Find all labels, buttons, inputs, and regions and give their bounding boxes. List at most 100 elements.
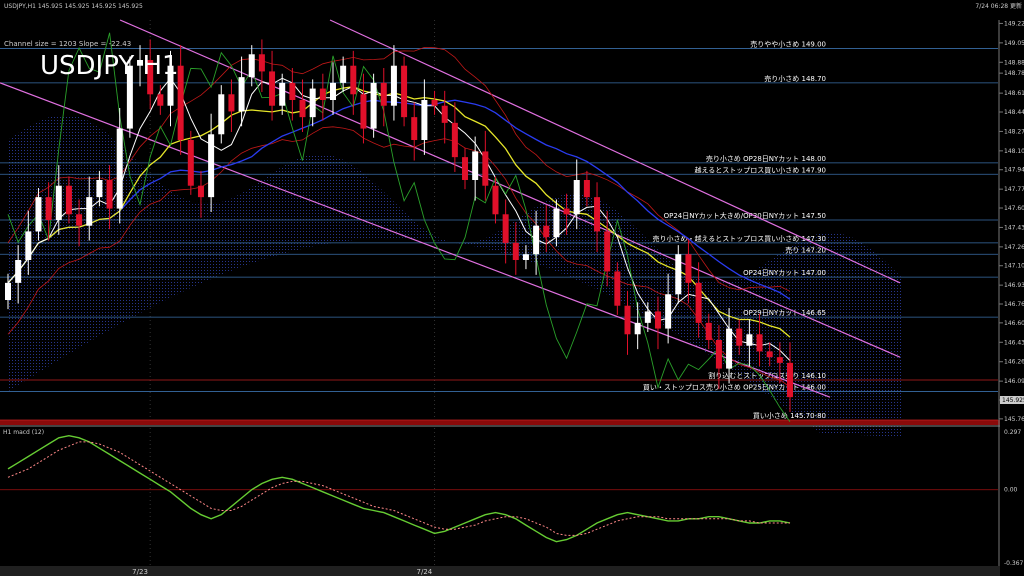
candle-body (25, 231, 32, 260)
candle-body (248, 54, 255, 78)
x-tick-label: 7/24 (417, 568, 433, 576)
y-tick-label: 145.760 (1004, 416, 1024, 423)
candle-body (726, 328, 733, 369)
candle-body (96, 180, 103, 198)
candle-body (45, 197, 52, 220)
y-tick-label: 148.105 (1004, 148, 1024, 155)
bottom-band (0, 420, 1000, 425)
level-label: 買い・ストップロス売り小さめ OP25日NYカット 146.00 (643, 382, 826, 391)
y-tick-label: 146.260 (1004, 359, 1024, 366)
candle-body (482, 151, 489, 186)
level-label: 売り 147.20 (785, 245, 826, 254)
macd-tick-label: -0.367 (1004, 560, 1024, 567)
candle-body (462, 157, 469, 180)
candle-body (390, 65, 397, 106)
candle-body (309, 88, 316, 118)
candle-body (522, 254, 529, 260)
candle-body (197, 185, 204, 198)
y-tick-label: 148.275 (1004, 128, 1024, 135)
candle-body (370, 82, 377, 129)
y-tick-label: 146.600 (1004, 320, 1024, 327)
candle-body (15, 260, 22, 283)
last-price-label: 145.925 (1002, 397, 1024, 404)
candle-body (736, 328, 743, 346)
candle-body (106, 180, 113, 209)
y-tick-label: 147.940 (1004, 167, 1024, 174)
y-tick-label: 146.430 (1004, 339, 1024, 346)
candle-body (787, 362, 793, 398)
candle-body (624, 305, 631, 335)
candle-body (5, 282, 11, 300)
level-label: 買い小さめ 145.70-80 (753, 411, 826, 420)
candle-body (360, 94, 367, 129)
candle-body (411, 117, 418, 140)
y-tick-label: 146.930 (1004, 282, 1024, 289)
candle-body (269, 71, 276, 106)
candle-body (157, 94, 164, 106)
y-tick-label: 147.435 (1004, 224, 1024, 231)
candle-body (228, 94, 235, 112)
candle-body (86, 197, 93, 226)
y-tick-label: 148.880 (1004, 59, 1024, 66)
price-chart: 売りやや小さめ 149.00 売り小さめ 148.70 売り小さめ OP28日NYカ… (0, 0, 1024, 576)
level-label: OP24日NYカット大きめ/OP30日NYカット 147.50 (664, 211, 826, 220)
y-tick-label: 147.100 (1004, 263, 1024, 270)
x-tick-label: 7/23 (132, 568, 148, 576)
macd-tick-label: 0.297 (1004, 429, 1021, 436)
y-tick-label: 147.605 (1004, 205, 1024, 212)
candle-body (533, 225, 540, 255)
candle-body (35, 197, 42, 232)
channel-info: Channel size = 1203 Slope = -22.43 (4, 40, 131, 48)
candle-body (705, 322, 712, 340)
level-label: 越えるとストップロス買い小さめ 147.90 (694, 165, 826, 174)
candle-body (421, 100, 428, 140)
y-tick-label: 146.090 (1004, 378, 1024, 385)
macd-tick-label: 0.00 (1004, 487, 1018, 494)
macd-title: H1 macd (12) (3, 429, 44, 436)
level-label: 売り小さめ・越えるとストップロス買い小さめ 147.30 (652, 234, 826, 243)
candle-body (76, 214, 83, 226)
candle-body (380, 82, 387, 106)
candle-body (299, 100, 306, 118)
candle-body (644, 311, 651, 323)
symbol-line: USDJPY,H1 145.925 145.925 145.925 145.92… (4, 3, 143, 10)
level-label: 売り小さめ 148.70 (764, 74, 826, 83)
candle-body (543, 225, 550, 238)
level-label: OP29日NYカット 146.65 (743, 309, 826, 317)
y-tick-label: 148.785 (1004, 70, 1024, 77)
y-tick-label: 148.610 (1004, 90, 1024, 97)
candle-body (553, 208, 560, 238)
candle-body (65, 185, 72, 215)
candle-body (319, 88, 326, 100)
candle-body (665, 294, 672, 329)
candle-body (401, 65, 408, 118)
candle-body (675, 254, 682, 295)
candle-body (614, 271, 621, 306)
candle-body (218, 94, 225, 135)
candle-body (116, 128, 123, 209)
candle-body (604, 231, 611, 272)
candle-body (279, 82, 286, 106)
candle-body (492, 185, 499, 215)
candle-body (472, 151, 479, 180)
candle-body (756, 334, 763, 352)
level-label: OP24日NYカット 147.00 (743, 269, 826, 277)
y-tick-label: 147.770 (1004, 186, 1024, 193)
candle-body (563, 208, 570, 215)
candle-body (340, 65, 347, 83)
datetime-label: 7/24 06:28 更新 (975, 2, 1022, 10)
date-bar (0, 566, 1000, 576)
candle-body (715, 340, 722, 369)
candle-body (431, 100, 438, 106)
candle-body (451, 122, 458, 158)
candle-body (441, 105, 448, 123)
candle-body (502, 214, 509, 243)
candle-body (776, 357, 783, 363)
candle-body (766, 351, 773, 358)
candle-body (187, 140, 194, 186)
candle-body (583, 180, 590, 198)
y-tick-label: 149.050 (1004, 40, 1024, 47)
candle-body (685, 254, 692, 283)
candle-body (329, 82, 336, 100)
y-tick-label: 149.220 (1004, 20, 1024, 27)
